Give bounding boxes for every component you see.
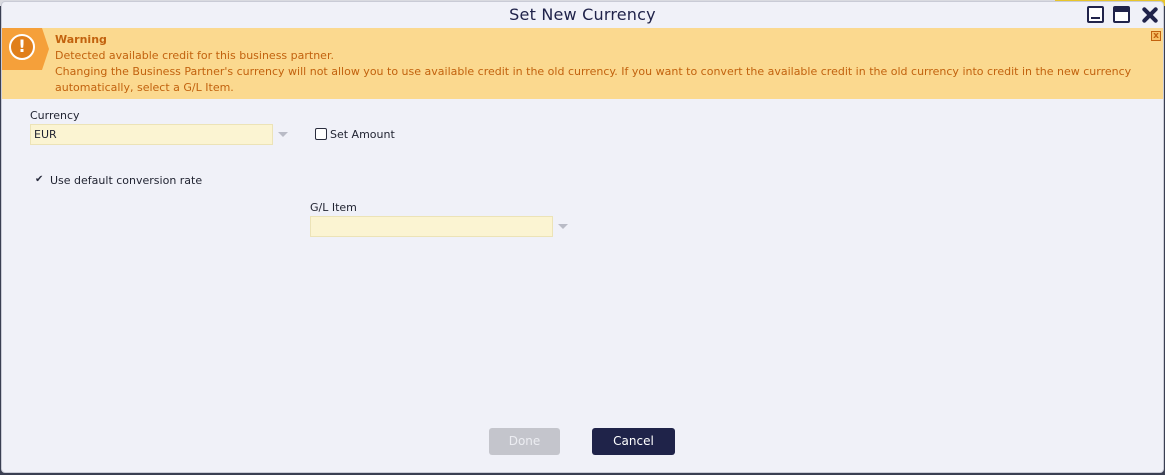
- warning-message-line-2: Changing the Business Partner's currency…: [55, 65, 1132, 78]
- warning-close-icon[interactable]: x: [1151, 31, 1161, 41]
- dialog-title: Set New Currency: [509, 5, 656, 24]
- cancel-button[interactable]: Cancel: [592, 428, 675, 455]
- done-button[interactable]: Done: [489, 428, 560, 455]
- warning-message-line-3: automatically, select a G/L Item.: [55, 81, 234, 94]
- warning-title: Warning: [55, 33, 107, 46]
- currency-select[interactable]: EUR: [30, 124, 273, 145]
- set-amount-label[interactable]: Set Amount: [330, 128, 395, 141]
- gl-item-label: G/L Item: [310, 201, 357, 214]
- use-default-rate-label[interactable]: Use default conversion rate: [50, 174, 202, 187]
- warning-banner: ! Warning Detected available credit for …: [2, 28, 1163, 99]
- set-amount-checkbox[interactable]: [315, 128, 327, 140]
- minimize-icon[interactable]: [1087, 6, 1104, 23]
- dialog-titlebar[interactable]: Set New Currency: [2, 2, 1163, 28]
- gl-item-dropdown-arrow-icon[interactable]: [558, 224, 568, 229]
- gl-item-select[interactable]: [310, 216, 553, 237]
- set-currency-dialog: Set New Currency ! Warning Detected avai…: [2, 2, 1163, 472]
- warning-icon-container: !: [2, 28, 49, 70]
- maximize-icon[interactable]: [1113, 6, 1130, 23]
- currency-label: Currency: [30, 109, 80, 122]
- exclamation-icon: !: [9, 34, 35, 60]
- currency-dropdown-arrow-icon[interactable]: [278, 132, 288, 137]
- warning-message-line-1: Detected available credit for this busin…: [55, 49, 334, 62]
- use-default-rate-checkmark-icon[interactable]: ✔: [35, 174, 43, 185]
- close-icon[interactable]: [1140, 5, 1160, 25]
